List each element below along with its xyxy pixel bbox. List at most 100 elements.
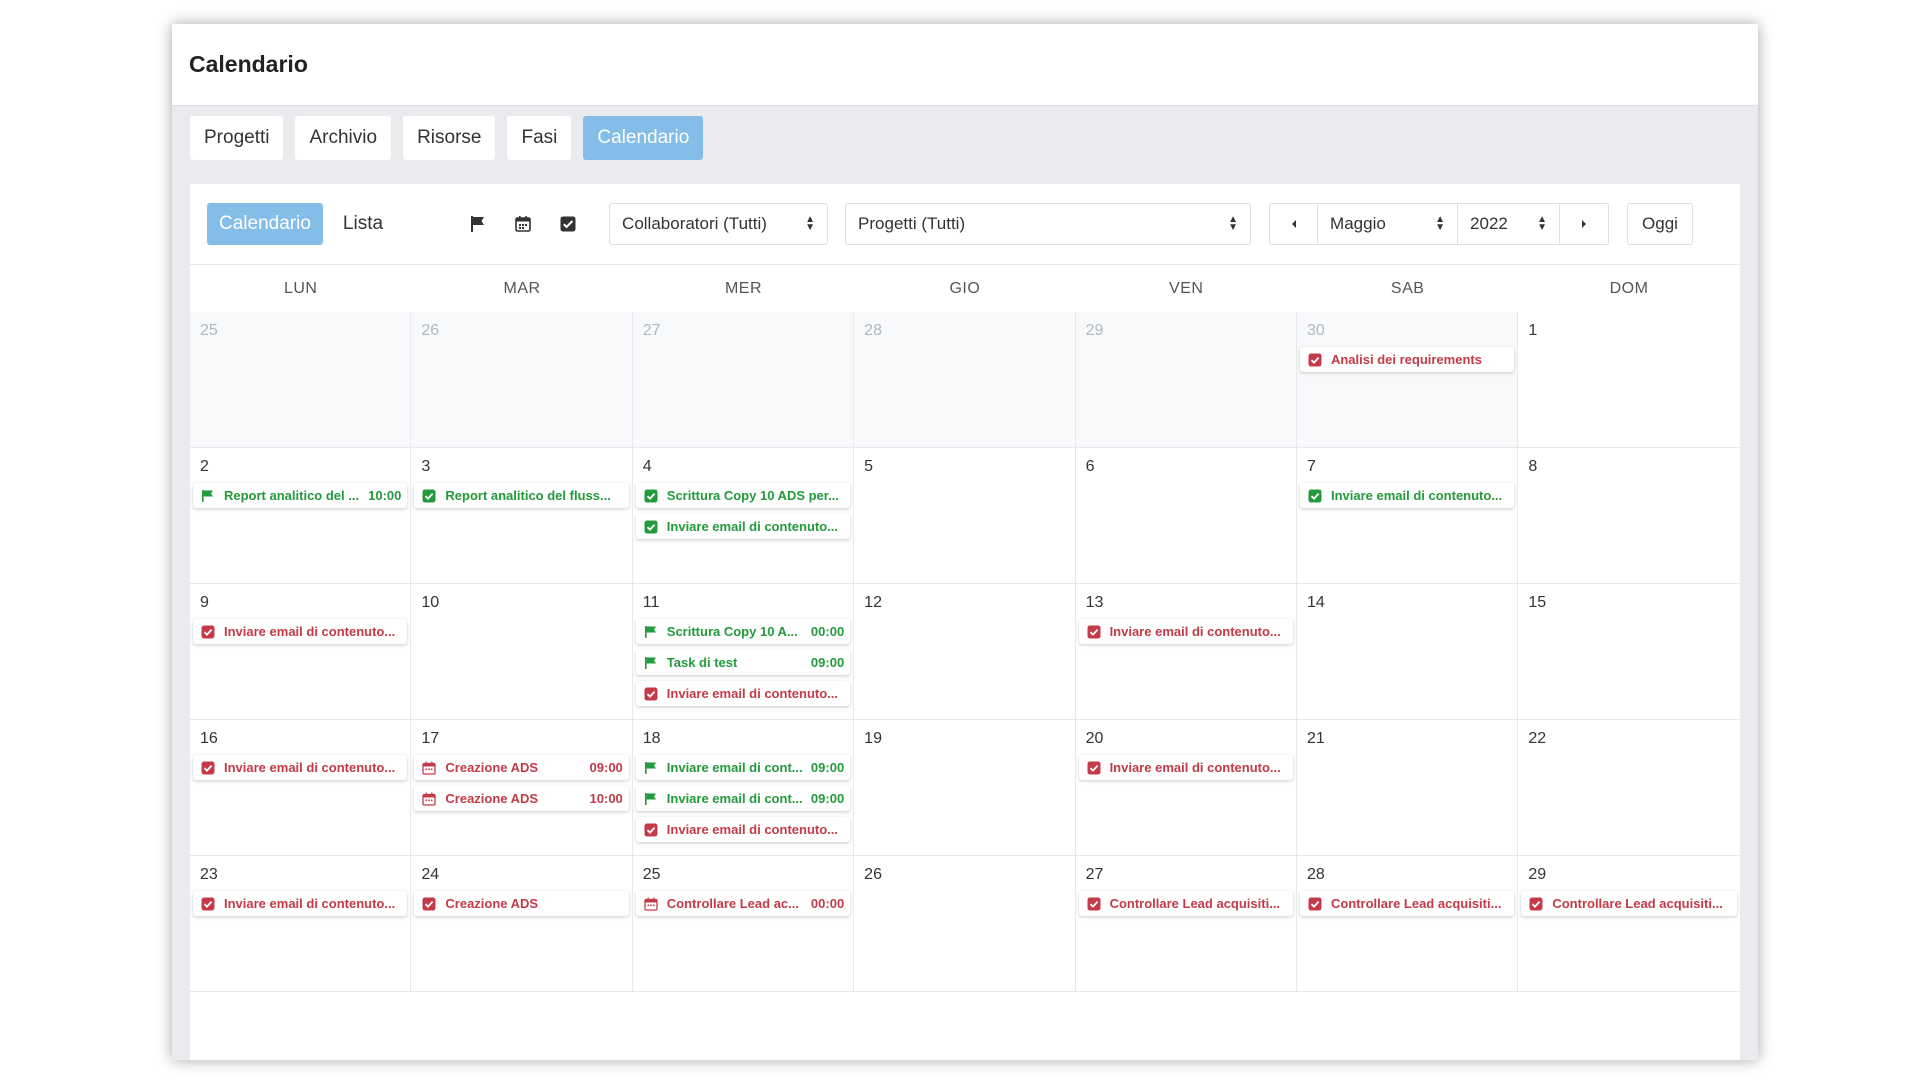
checkbox-icon: [644, 687, 658, 701]
day-cell[interactable]: 13 Inviare email di contenuto...: [1075, 584, 1297, 720]
calendar-event[interactable]: Inviare email di cont... 09:00: [635, 755, 851, 780]
day-cell[interactable]: 28: [854, 312, 1076, 448]
day-cell[interactable]: 27 Controllare Lead acquisiti...: [1075, 856, 1297, 992]
day-cell[interactable]: 21: [1296, 720, 1519, 856]
day-number: 22: [1528, 730, 1547, 747]
day-cell[interactable]: 9 Inviare email di contenuto...: [190, 584, 412, 720]
checkbox-icon: [644, 520, 658, 534]
day-cell[interactable]: 15: [1518, 584, 1740, 720]
day-cell[interactable]: 27: [632, 312, 855, 448]
day-cell[interactable]: 5: [854, 448, 1076, 584]
calendar-event[interactable]: Creazione ADS 09:00: [414, 755, 629, 780]
calendar-event[interactable]: Inviare email di contenuto...: [635, 817, 851, 842]
calendar-event[interactable]: Analisi dei requirements: [1299, 347, 1515, 372]
day-cell[interactable]: 29: [1075, 312, 1297, 448]
day-cell[interactable]: 8: [1518, 448, 1740, 584]
day-cell[interactable]: 18 Inviare email di cont... 09:00 Inviare e…: [632, 720, 855, 856]
tab-progetti[interactable]: Progetti: [190, 116, 284, 160]
calendar-event[interactable]: Controllare Lead acquisiti...: [1299, 891, 1515, 916]
day-cell[interactable]: 4 Scrittura Copy 10 ADS per... Inviare ema…: [632, 448, 855, 584]
calendar-event[interactable]: Task di test 09:00: [635, 650, 851, 675]
tab-fasi[interactable]: Fasi: [507, 116, 572, 160]
day-cell[interactable]: 29 Controllare Lead acquisiti...: [1518, 856, 1740, 992]
event-title: Inviare email di contenuto...: [1109, 760, 1281, 775]
calendar-event[interactable]: Controllare Lead acquisiti...: [1078, 891, 1293, 916]
collaborators-select[interactable]: Collaboratori (Tutti) ▲ ▼: [609, 203, 829, 245]
calendar-event[interactable]: Creazione ADS 10:00: [414, 786, 629, 811]
day-number: 23: [200, 866, 218, 883]
day-cell[interactable]: 12: [854, 584, 1076, 720]
calendar-event[interactable]: Inviare email di cont... 09:00: [635, 786, 851, 811]
day-cell[interactable]: 3 Report analitico del fluss...: [411, 448, 633, 584]
day-cell[interactable]: 2 Report analitico del ... 10:00: [190, 448, 412, 584]
calendar-event[interactable]: Report analitico del ... 10:00: [193, 483, 408, 508]
day-number: 15: [1528, 594, 1547, 611]
projects-select[interactable]: Progetti (Tutti) ▲ ▼: [845, 203, 1252, 245]
event-title: Creazione ADS: [445, 896, 539, 911]
day-cell[interactable]: 30 Analisi dei requirements: [1296, 312, 1519, 448]
calendar-event[interactable]: Inviare email di contenuto...: [635, 514, 851, 539]
checkbox-icon[interactable]: [555, 211, 581, 237]
calendar-event[interactable]: Creazione ADS: [414, 891, 629, 916]
day-number: 2: [200, 458, 209, 475]
calendar-event[interactable]: Scrittura Copy 10 ADS per...: [635, 483, 851, 508]
calendar-icon[interactable]: [510, 211, 536, 237]
select-arrows-icon: ▲ ▼: [1537, 214, 1548, 233]
projects-select-value: Progetti (Tutti): [858, 214, 966, 233]
day-cell[interactable]: 7 Inviare email di contenuto...: [1296, 448, 1519, 584]
month-select[interactable]: Maggio ▲ ▼: [1318, 204, 1459, 244]
calendar-event[interactable]: Inviare email di contenuto...: [193, 619, 408, 644]
calendar-event[interactable]: Scrittura Copy 10 A... 00:00: [635, 619, 851, 644]
day-cell[interactable]: 17 Creazione ADS 09:00 Creazione ADS 10:00: [411, 720, 633, 856]
day-cell[interactable]: 24 Creazione ADS: [411, 856, 633, 992]
day-cell[interactable]: 6: [1075, 448, 1297, 584]
today-button[interactable]: Oggi: [1627, 203, 1693, 245]
calendar-event[interactable]: Inviare email di contenuto...: [635, 681, 851, 706]
tab-risorse[interactable]: Risorse: [403, 116, 496, 160]
checkbox-icon: [644, 823, 658, 837]
next-month-button[interactable]: [1560, 204, 1608, 244]
tab-calendario[interactable]: Calendario: [583, 116, 704, 160]
event-time: 00:00: [810, 624, 845, 639]
day-number: 25: [200, 322, 218, 339]
prev-month-button[interactable]: [1270, 204, 1319, 244]
calendar-event[interactable]: Controllare Lead ac... 00:00: [635, 891, 851, 916]
calendar-event[interactable]: Report analitico del fluss...: [414, 483, 629, 508]
day-cell[interactable]: 23 Inviare email di contenuto...: [190, 856, 412, 992]
year-select[interactable]: 2022 ▲ ▼: [1458, 204, 1561, 244]
day-cell[interactable]: 25: [190, 312, 412, 448]
event-list: Report analitico del fluss...: [414, 483, 629, 508]
view-list-button[interactable]: Lista: [331, 203, 395, 245]
day-cell[interactable]: 26: [854, 856, 1076, 992]
day-number: 11: [642, 594, 660, 611]
day-number: 1: [1528, 322, 1538, 339]
tab-archivio[interactable]: Archivio: [295, 116, 392, 160]
day-cell[interactable]: 10: [411, 584, 633, 720]
checkbox-icon: [1308, 489, 1322, 503]
event-title: Creazione ADS: [445, 760, 539, 775]
event-time: 09:00: [810, 655, 845, 670]
event-time: 10:00: [368, 488, 402, 503]
calendar-event[interactable]: Controllare Lead acquisiti...: [1521, 891, 1737, 916]
day-cell[interactable]: 1: [1518, 312, 1740, 448]
day-cell[interactable]: 16 Inviare email di contenuto...: [190, 720, 412, 856]
calendar-event[interactable]: Inviare email di contenuto...: [1078, 619, 1293, 644]
checkbox-icon: [1087, 897, 1101, 911]
day-cell[interactable]: 14: [1296, 584, 1519, 720]
day-cell[interactable]: 22: [1518, 720, 1740, 856]
checkbox-icon: [422, 897, 436, 911]
view-calendar-button[interactable]: Calendario: [207, 203, 323, 245]
day-cell[interactable]: 20 Inviare email di contenuto...: [1075, 720, 1297, 856]
calendar-event[interactable]: Inviare email di contenuto...: [193, 755, 408, 780]
flag-icon[interactable]: [465, 211, 491, 237]
day-number: 16: [200, 730, 218, 747]
calendar-event[interactable]: Inviare email di contenuto...: [1299, 483, 1515, 508]
calendar-event[interactable]: Inviare email di contenuto...: [193, 891, 408, 916]
calendar-event[interactable]: Inviare email di contenuto...: [1078, 755, 1293, 780]
day-cell[interactable]: 26: [411, 312, 633, 448]
flag-icon: [201, 489, 215, 503]
day-cell[interactable]: 11 Scrittura Copy 10 A... 00:00 Task di tes…: [632, 584, 855, 720]
day-cell[interactable]: 19: [854, 720, 1076, 856]
day-cell[interactable]: 28 Controllare Lead acquisiti...: [1296, 856, 1519, 992]
day-cell[interactable]: 25 Controllare Lead ac... 00:00: [632, 856, 855, 992]
